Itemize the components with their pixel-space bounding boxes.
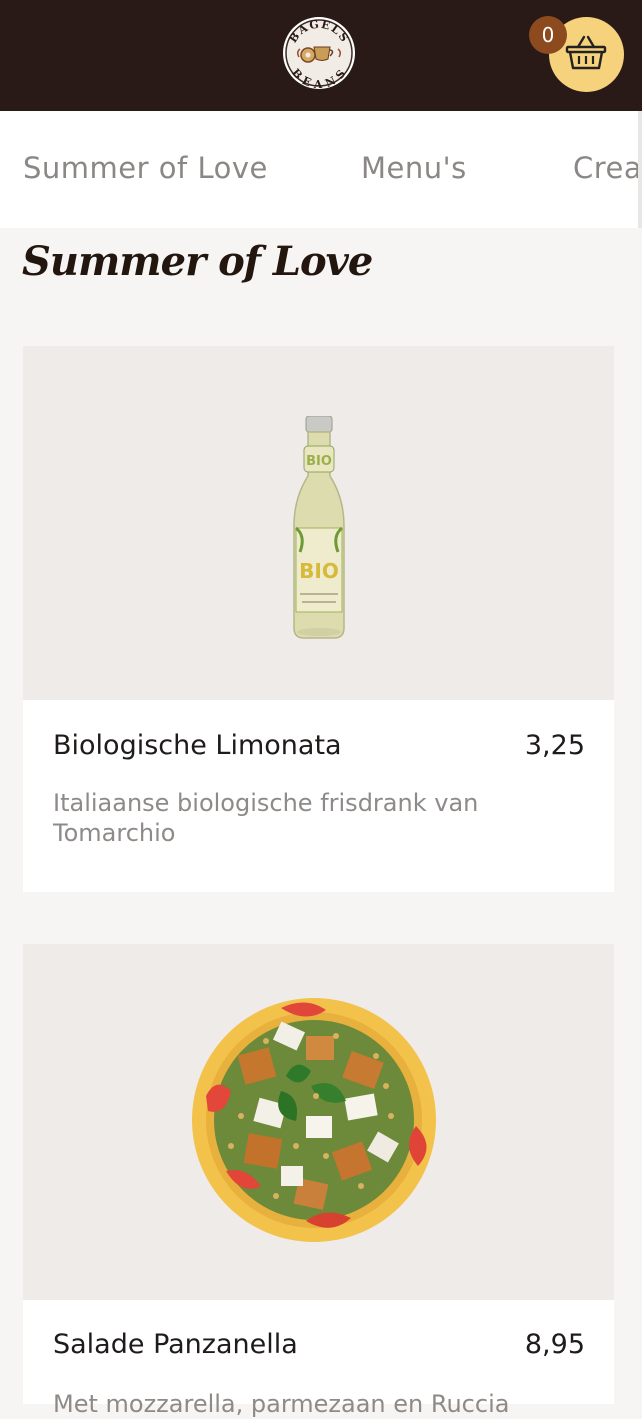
basket-icon: [565, 35, 607, 70]
product-name: Biologische Limonata: [53, 730, 342, 761]
nav-scroll-edge: [638, 111, 642, 228]
category-tab-menus[interactable]: Menu's: [361, 151, 467, 185]
product-description: Italiaanse biologische frisdrank van Tom…: [53, 789, 479, 847]
app-header: BAGELS BEANS 0: [0, 0, 642, 111]
cart-count-badge: 0: [529, 16, 567, 54]
product-price: 8,95: [524, 1329, 585, 1360]
product-description: Met mozzarella, parmezaan en Ruccia: [53, 1390, 510, 1418]
product-price: 3,25: [524, 730, 585, 761]
bagels-beans-logo[interactable]: BAGELS BEANS: [282, 16, 356, 91]
category-tab-cream[interactable]: Cream: [573, 151, 642, 185]
svg-text:BIO: BIO: [306, 454, 332, 469]
product-card[interactable]: BIO BIO Biologische Limonata 3,25 Italia…: [23, 346, 614, 892]
lemonade-bottle-image: BIO BIO: [293, 416, 345, 639]
product-name: Salade Panzanella: [53, 1329, 298, 1360]
product-image-area: BIO BIO: [23, 346, 614, 700]
category-nav: Summer of Love Menu's Cream: [0, 111, 642, 228]
category-tab-summer-of-love[interactable]: Summer of Love: [23, 151, 268, 185]
section-title: Summer of Love: [22, 238, 373, 285]
product-card[interactable]: Salade Panzanella 8,95 Met mozzarella, p…: [23, 944, 614, 1418]
product-image-area: [23, 944, 614, 1300]
salad-bowl-image: [192, 998, 436, 1242]
svg-text:BIO: BIO: [299, 559, 339, 583]
